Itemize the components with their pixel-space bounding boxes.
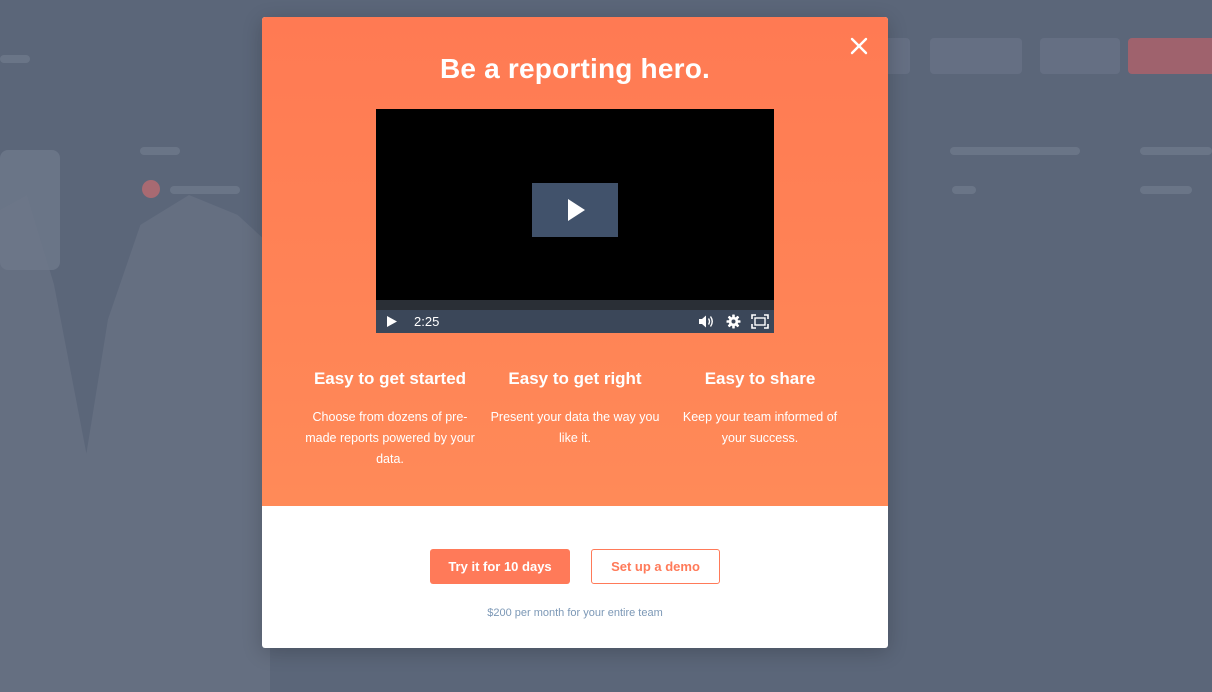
feature-title: Easy to get right: [508, 369, 642, 388]
fullscreen-button[interactable]: [751, 314, 769, 334]
background-button: [1128, 38, 1212, 74]
volume-button[interactable]: [698, 314, 716, 334]
background-line: [1140, 147, 1212, 155]
volume-icon: [699, 315, 713, 328]
set-up-demo-button[interactable]: Set up a demo: [591, 549, 720, 584]
background-area: [0, 195, 270, 692]
video-duration: 2:25: [414, 314, 440, 329]
background-line: [170, 186, 240, 194]
background-avatar: [142, 180, 160, 198]
background-button: [1040, 38, 1120, 74]
play-icon: [568, 199, 585, 221]
feature-title: Easy to share: [704, 369, 816, 388]
play-icon: [387, 316, 397, 327]
feature-easy-right: Easy to get right Present your data the …: [480, 369, 670, 449]
background-line: [952, 186, 976, 194]
feature-easy-share: Easy to share Keep your team informed of…: [665, 369, 855, 449]
background-line: [0, 55, 30, 63]
feature-description: Choose from dozens of pre-made reports p…: [305, 410, 475, 466]
background-button: [930, 38, 1022, 74]
video-control-play-button[interactable]: [386, 315, 398, 333]
feature-description: Present your data the way you like it.: [490, 410, 660, 445]
price-note: $200 per month for your entire team: [487, 607, 663, 619]
background-line: [140, 147, 180, 155]
modal-title: Be a reporting hero.: [439, 53, 711, 84]
video-player[interactable]: 2:25: [376, 109, 774, 333]
modal-hero: Be a reporting hero. 2:25 Easy to get st…: [262, 17, 888, 506]
video-progress-bar[interactable]: [376, 300, 774, 310]
feature-easy-start: Easy to get started Choose from dozens o…: [295, 369, 485, 470]
fullscreen-icon: [751, 314, 769, 329]
video-controls: 2:25: [376, 310, 774, 333]
feature-description: Keep your team informed of your success.: [682, 410, 838, 445]
video-play-button[interactable]: [532, 183, 618, 237]
settings-button[interactable]: [726, 314, 741, 334]
background-line: [950, 147, 1080, 155]
try-free-button[interactable]: Try it for 10 days: [430, 549, 570, 584]
background-line: [1140, 186, 1192, 194]
gear-icon: [726, 314, 741, 329]
upgrade-modal: Be a reporting hero. 2:25 Easy to get st…: [262, 17, 888, 648]
feature-title: Easy to get started: [313, 369, 467, 388]
